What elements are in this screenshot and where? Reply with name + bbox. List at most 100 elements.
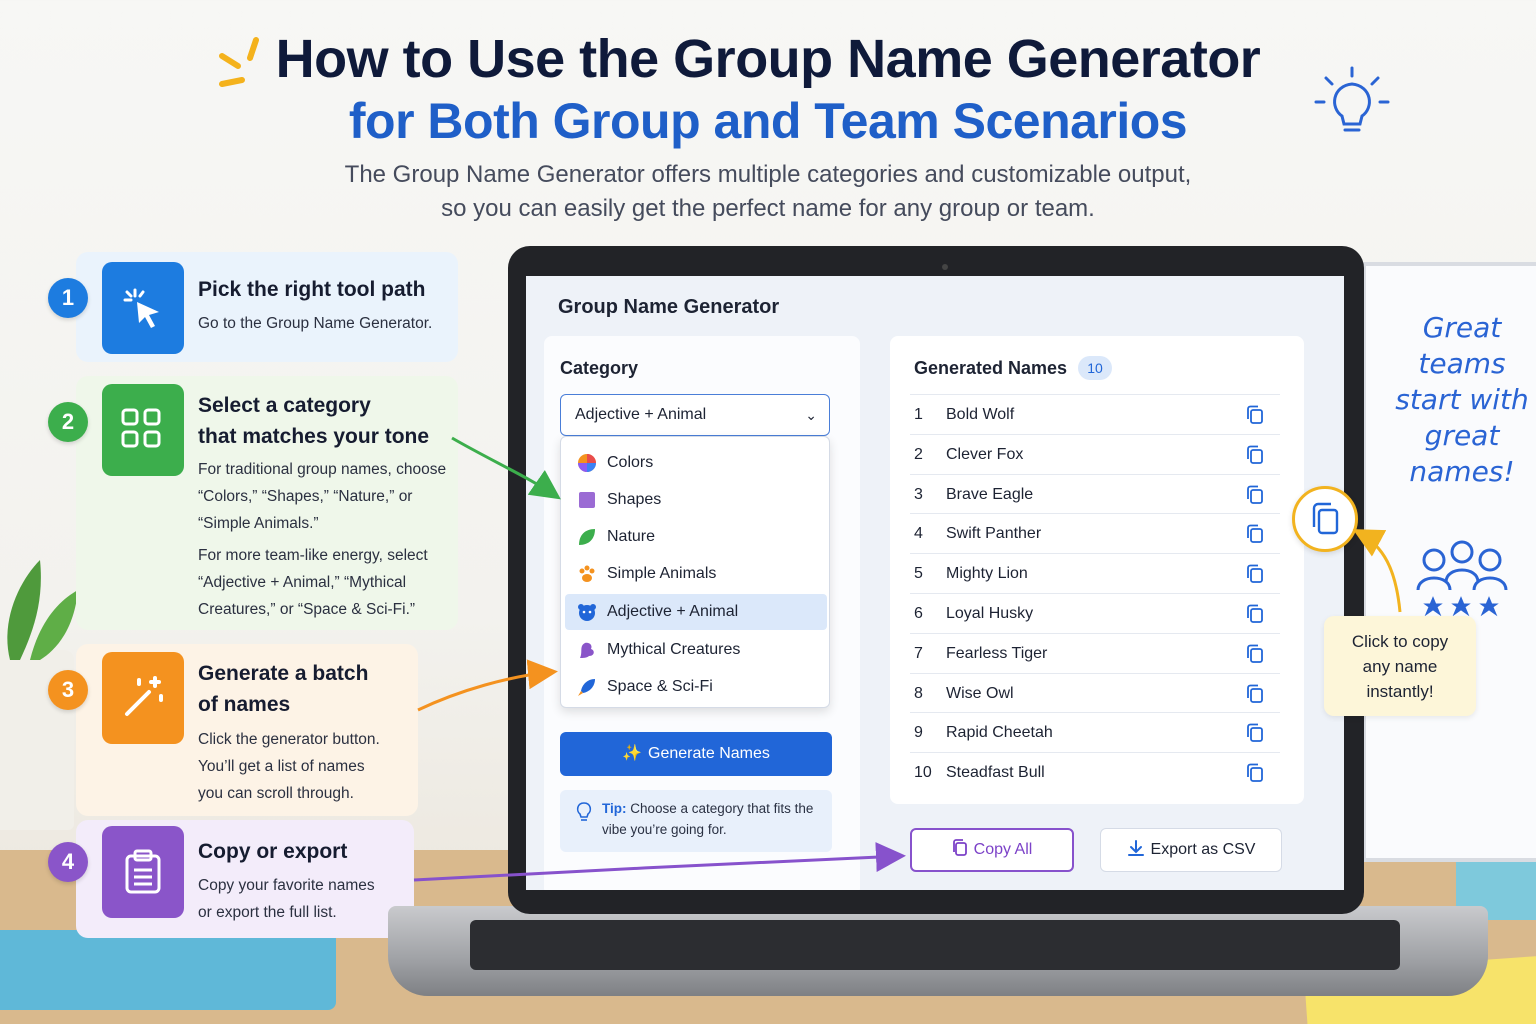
name-number: 2 bbox=[914, 445, 923, 463]
name-row: 7 Fearless Tiger bbox=[910, 632, 1280, 673]
grid-icon bbox=[121, 408, 161, 448]
generated-name: Clever Fox bbox=[946, 445, 1024, 463]
tip-text-line: Choose a category that fits the bbox=[626, 801, 814, 816]
generated-names-title: Generated Names bbox=[914, 358, 1068, 378]
download-icon bbox=[1127, 840, 1144, 856]
step-desc-line: or export the full list. bbox=[198, 904, 337, 921]
whiteboard-line: Great bbox=[1422, 311, 1502, 344]
tip-box: Tip: Choose a category that fits the vib… bbox=[560, 790, 832, 852]
bear-icon bbox=[578, 604, 596, 621]
square-icon bbox=[579, 492, 595, 508]
whiteboard-line: teams bbox=[1418, 347, 1506, 380]
generated-name: Mighty Lion bbox=[946, 565, 1028, 583]
count-badge: 10 bbox=[1078, 356, 1112, 380]
app-title: Group Name Generator bbox=[558, 296, 780, 318]
copy-icon[interactable] bbox=[1246, 485, 1264, 505]
generated-names-panel: Generated Names 10 1 Bold Wolf 2 Clever Fox… bbox=[890, 336, 1304, 804]
tip-text-line: vibe you’re going for. bbox=[602, 822, 727, 837]
name-number: 9 bbox=[914, 724, 923, 742]
copy-icon[interactable] bbox=[1246, 644, 1264, 664]
copy-icon[interactable] bbox=[1246, 604, 1264, 624]
name-row: 5 Mighty Lion bbox=[910, 553, 1280, 593]
step-title-line: of names bbox=[198, 693, 291, 716]
dropdown-option-space-scifi[interactable]: Space & Sci-Fi bbox=[565, 669, 827, 705]
dropdown-option-shapes[interactable]: Shapes bbox=[565, 482, 827, 518]
generated-name: Fearless Tiger bbox=[946, 644, 1048, 662]
whiteboard-line: names! bbox=[1409, 455, 1515, 488]
name-number: 8 bbox=[914, 684, 923, 702]
copy-all-button[interactable]: Copy All bbox=[910, 828, 1074, 872]
plant-leaves-icon bbox=[7, 560, 78, 660]
dropdown-option-adjective-animal[interactable]: Adjective + Animal bbox=[565, 594, 827, 630]
app-window: Group Name Generator Category Adjective … bbox=[526, 276, 1344, 890]
copy-all-label: Copy All bbox=[973, 841, 1033, 858]
step-3-number: 3 bbox=[48, 670, 88, 710]
step-1-card: Pick the right tool path Go to the Group… bbox=[76, 252, 458, 362]
step-2-desc: For traditional group names, choose “Col… bbox=[198, 456, 446, 623]
step-4-desc: Copy your favorite names or export the f… bbox=[198, 872, 375, 926]
step-title-line: that matches your tone bbox=[198, 425, 430, 448]
whiteboard-text: Great teams start with great names! bbox=[1392, 310, 1532, 490]
generated-name: Bold Wolf bbox=[946, 406, 1015, 423]
generated-name: Wise Owl bbox=[946, 684, 1014, 702]
clipboard-icon bbox=[125, 849, 161, 894]
dragon-icon bbox=[580, 642, 594, 658]
copy-icon bbox=[952, 839, 967, 856]
step-4-card: Copy or export Copy your favorite names … bbox=[76, 820, 414, 938]
copy-icon[interactable] bbox=[1246, 564, 1264, 584]
name-row: 9 Rapid Cheetah bbox=[910, 712, 1280, 752]
whiteboard-line: great bbox=[1424, 419, 1500, 452]
export-csv-button[interactable]: Export as CSV bbox=[1100, 828, 1282, 872]
copy-icon[interactable] bbox=[1246, 405, 1264, 425]
step-desc-line: Click the generator button. bbox=[198, 731, 380, 748]
copy-icon bbox=[1312, 502, 1339, 535]
step-title-line: Select a category bbox=[198, 394, 371, 417]
copy-icon[interactable] bbox=[1246, 445, 1264, 465]
step-title-line: Generate a batch bbox=[198, 662, 369, 685]
dropdown-option-mythical-creatures[interactable]: Mythical Creatures bbox=[565, 632, 827, 668]
callout-line: Click to copy bbox=[1351, 632, 1449, 651]
dropdown-option-label: Adjective + Animal bbox=[607, 603, 739, 620]
step-2-card: Select a category that matches your tone… bbox=[76, 376, 458, 630]
step-3-title: Generate a batch of names bbox=[198, 658, 368, 720]
generated-name: Swift Panther bbox=[946, 525, 1042, 543]
step-4-number: 4 bbox=[48, 842, 88, 882]
dropdown-option-label: Nature bbox=[607, 528, 656, 545]
copy-icon[interactable] bbox=[1246, 763, 1264, 783]
step-3-icon-tile bbox=[102, 652, 184, 744]
name-row: 2 Clever Fox bbox=[910, 433, 1280, 474]
callout-line: any name bbox=[1362, 657, 1438, 676]
step-1-desc: Go to the Group Name Generator. bbox=[198, 315, 433, 332]
lightbulb-tip-icon bbox=[576, 802, 592, 821]
name-number: 6 bbox=[914, 605, 923, 622]
dropdown-option-simple-animals[interactable]: Simple Animals bbox=[565, 556, 827, 592]
copy-icon[interactable] bbox=[1246, 723, 1264, 743]
category-selected-value: Adjective + Animal bbox=[575, 406, 707, 423]
laptop-keyboard bbox=[470, 920, 1400, 970]
name-number: 3 bbox=[914, 485, 923, 503]
generated-name: Loyal Husky bbox=[946, 605, 1034, 622]
name-number: 7 bbox=[914, 644, 923, 662]
copy-callout: Click to copy any name instantly! bbox=[1324, 616, 1476, 716]
generated-name: Steadfast Bull bbox=[946, 764, 1045, 782]
chevron-down-icon: ⌄ bbox=[805, 407, 817, 423]
step-desc-line: Copy your favorite names bbox=[198, 877, 375, 894]
category-dropdown: Colors Shapes Nature Simple Animals Adje… bbox=[560, 436, 830, 708]
rocket-icon bbox=[578, 679, 595, 696]
name-row: 10 Steadfast Bull bbox=[910, 752, 1280, 792]
dropdown-option-nature[interactable]: Nature bbox=[565, 519, 827, 555]
copy-icon[interactable] bbox=[1246, 684, 1264, 704]
copy-callout-circle bbox=[1292, 486, 1358, 552]
name-row: 8 Wise Owl bbox=[910, 672, 1280, 713]
whiteboard-line: start with bbox=[1395, 383, 1529, 416]
name-number: 10 bbox=[914, 764, 932, 782]
dropdown-option-colors[interactable]: Colors bbox=[565, 445, 827, 481]
generate-names-button[interactable]: ✨ Generate Names bbox=[560, 732, 832, 776]
category-select[interactable]: Adjective + Animal ⌄ bbox=[560, 394, 830, 436]
step-desc-line: For traditional group names, choose bbox=[198, 461, 447, 478]
color-wheel-icon bbox=[578, 454, 596, 472]
category-label: Category bbox=[560, 358, 639, 378]
name-number: 1 bbox=[914, 406, 923, 423]
step-desc-line: For more team-like energy, select bbox=[198, 547, 428, 564]
copy-icon[interactable] bbox=[1246, 524, 1264, 544]
